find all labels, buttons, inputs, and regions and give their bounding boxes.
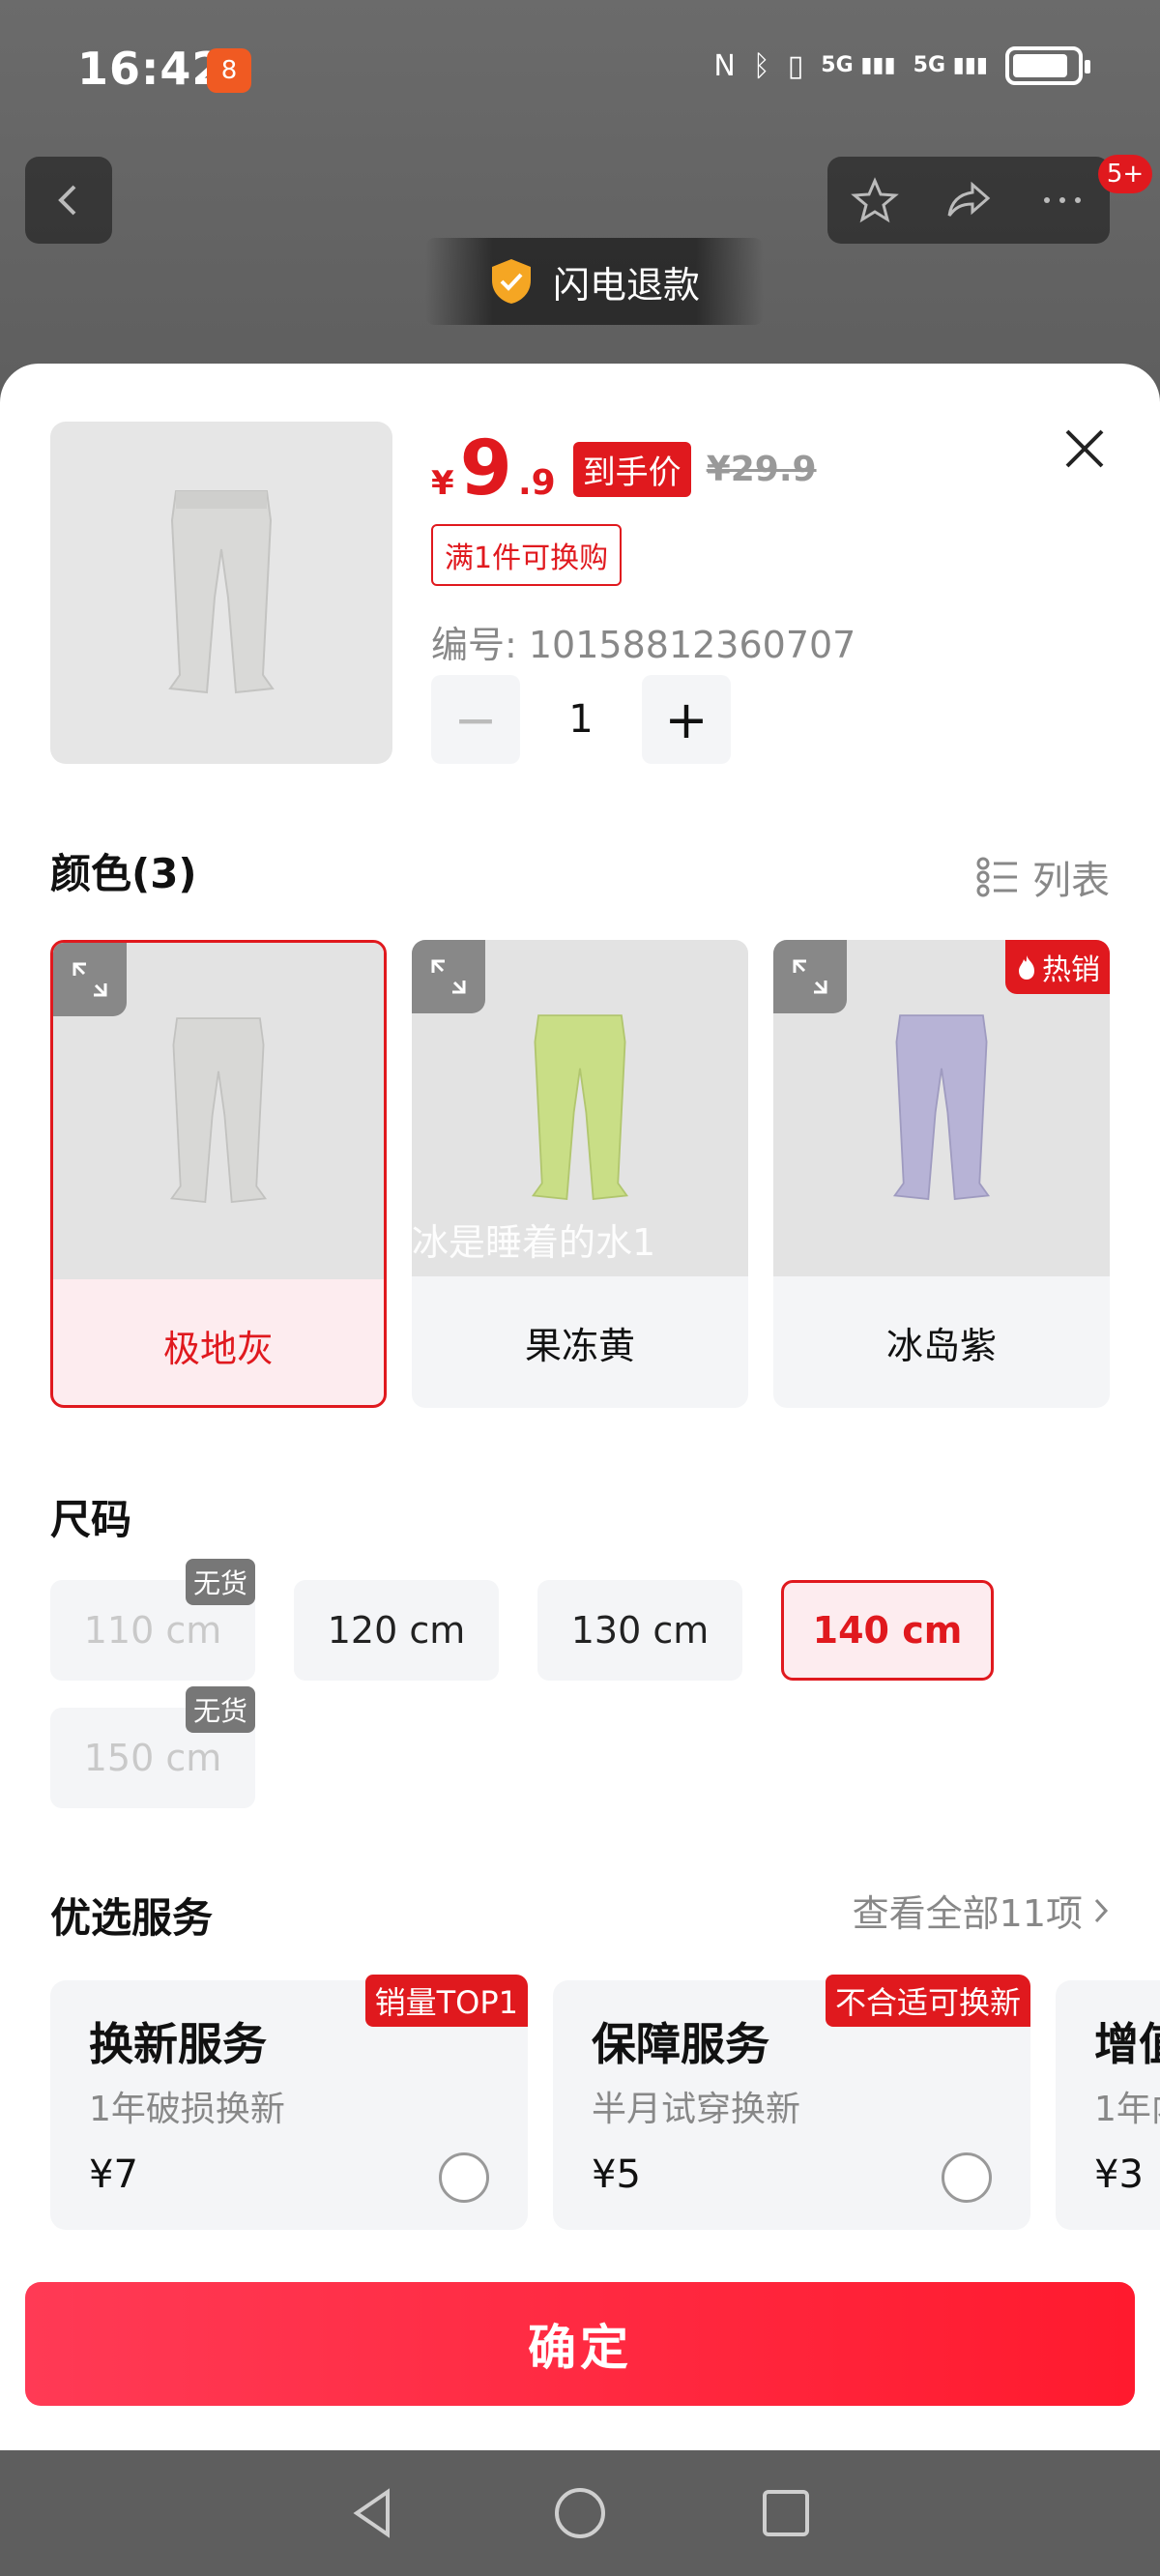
app-notification-icon: 8 <box>207 48 251 93</box>
shield-icon <box>491 259 531 304</box>
color-label: 果冻黄 <box>524 1324 635 1367</box>
view-all-services-link[interactable]: 查看全部11项 <box>853 1884 1110 1937</box>
color-label: 极地灰 <box>162 1327 274 1370</box>
services-section-title: 优选服务 <box>50 1894 214 1942</box>
close-icon[interactable] <box>1054 418 1116 480</box>
color-label: 冰岛紫 <box>885 1324 997 1367</box>
status-time: 16:42 <box>77 43 224 95</box>
service-price: ¥3 <box>1094 2152 1144 2197</box>
pants-image <box>168 490 275 694</box>
nfc-icon: N <box>713 48 736 83</box>
expand-icon[interactable] <box>773 940 847 1013</box>
price-integer: 9 <box>459 425 512 512</box>
app-badge-text: 8 <box>220 56 238 85</box>
top-actions <box>827 157 1110 244</box>
nav-recents-icon[interactable] <box>755 2482 817 2544</box>
pants-image <box>892 1014 991 1201</box>
price-decimal: .9 <box>517 463 556 503</box>
service-title: 换新服务 <box>89 2018 267 2070</box>
service-card-guarantee[interactable]: 不合适可换新 保障服务 半月试穿换新 ¥5 <box>553 1975 1030 2230</box>
signal-1-label: 5G <box>821 53 854 77</box>
service-subtitle: 半月试穿换新 <box>592 2090 801 2129</box>
increase-button[interactable]: + <box>642 675 731 764</box>
color-option-gray[interactable]: 极地灰 <box>50 940 387 1408</box>
chevron-left-icon <box>58 185 76 216</box>
signal-2-label: 5G <box>913 53 946 77</box>
status-icons: N ᛒ ▯ 5G ▮▮▮ 5G ▮▮▮ <box>713 46 1090 85</box>
sku-selector-sheet: ¥ 9 .9 到手价 ¥29.9 满1件可换购 编号: 101588123607… <box>0 364 1160 2450</box>
quantity-stepper: − 1 + <box>431 675 731 764</box>
image-overlay-text: 冰是睡着的水1 <box>412 1221 656 1264</box>
star-icon[interactable] <box>848 173 902 227</box>
list-icon <box>976 857 1017 897</box>
size-option-110[interactable]: 110 cm 无货 <box>50 1559 255 1681</box>
color-option-purple[interactable]: 热销 冰岛紫 <box>773 940 1110 1408</box>
pants-image <box>531 1014 629 1201</box>
system-nav-bar <box>0 2450 1160 2576</box>
out-of-stock-tag: 无货 <box>185 1559 255 1605</box>
view-all-label: 查看全部11项 <box>852 1892 1083 1935</box>
out-of-stock-tag: 无货 <box>185 1686 255 1733</box>
product-code: 编号: 10158812360707 <box>431 624 856 666</box>
size-option-140[interactable]: 140 cm <box>781 1580 994 1681</box>
share-icon[interactable] <box>942 173 996 227</box>
currency-symbol: ¥ <box>431 464 454 503</box>
bluetooth-icon: ᛒ <box>752 48 770 83</box>
product-thumbnail[interactable] <box>50 422 392 764</box>
quantity-value[interactable]: 1 <box>520 697 642 742</box>
refund-tag: 闪电退款 <box>425 238 764 325</box>
service-badge: 销量TOP1 <box>364 1975 528 2027</box>
vibrate-icon: ▯ <box>787 48 804 83</box>
decrease-button[interactable]: − <box>431 675 520 764</box>
nav-home-icon[interactable] <box>549 2482 611 2544</box>
service-title: 保障服务 <box>592 2018 769 2070</box>
promo-tag: 满1件可换购 <box>431 524 623 586</box>
notification-badge: 5+ <box>1098 155 1152 193</box>
size-option-120[interactable]: 120 cm <box>294 1580 499 1681</box>
back-button[interactable] <box>25 157 112 244</box>
service-radio[interactable] <box>439 2152 489 2203</box>
list-label: 列表 <box>1032 859 1110 903</box>
service-price: ¥5 <box>592 2152 641 2197</box>
size-label: 120 cm <box>327 1609 466 1652</box>
size-label: 140 cm <box>812 1609 963 1652</box>
size-label: 110 cm <box>83 1609 222 1652</box>
nav-back-icon[interactable] <box>343 2482 405 2544</box>
service-card-renew[interactable]: 销量TOP1 换新服务 1年破损换新 ¥7 <box>50 1975 528 2230</box>
service-price: ¥7 <box>89 2152 138 2197</box>
size-section-title: 尺码 <box>50 1496 132 1543</box>
status-bar: 16:42 8 N ᛒ ▯ 5G ▮▮▮ 5G ▮▮▮ <box>0 0 1160 143</box>
fire-icon <box>1019 955 1034 980</box>
refund-label: 闪电退款 <box>552 263 700 307</box>
service-title: 增值服务 <box>1094 2018 1160 2070</box>
confirm-button[interactable]: 确定 <box>25 2282 1135 2406</box>
signal-icon-1: 5G ▮▮▮ <box>821 53 896 77</box>
pants-image <box>169 1017 268 1204</box>
signal-icon-2: 5G ▮▮▮ <box>913 53 988 77</box>
battery-icon <box>1005 46 1090 85</box>
service-subtitle: 1年内 <box>1094 2090 1160 2129</box>
expand-icon[interactable] <box>53 943 127 1016</box>
size-option-150[interactable]: 150 cm 无货 <box>50 1686 255 1808</box>
hot-badge-label: 热销 <box>1042 953 1100 987</box>
chevron-right-icon <box>1094 1898 1109 1922</box>
price-row: ¥ 9 .9 到手价 ¥29.9 <box>431 431 817 507</box>
size-label: 130 cm <box>570 1609 710 1652</box>
size-label: 150 cm <box>83 1737 222 1779</box>
service-card-valueadd[interactable]: 增值服务 1年内 ¥3 <box>1056 1980 1160 2230</box>
original-price: ¥29.9 <box>706 449 817 489</box>
more-icon[interactable] <box>1035 173 1089 227</box>
color-option-yellow[interactable]: 冰是睡着的水1 果冻黄 <box>412 940 748 1408</box>
color-section-title: 颜色(3) <box>50 850 197 897</box>
list-view-toggle[interactable]: 列表 <box>976 849 1110 905</box>
expand-icon[interactable] <box>412 940 485 1013</box>
hot-badge: 热销 <box>1005 940 1110 994</box>
service-radio[interactable] <box>942 2152 992 2203</box>
size-option-130[interactable]: 130 cm <box>537 1580 742 1681</box>
service-badge: 不合适可换新 <box>825 1975 1030 2027</box>
hand-price-tag: 到手价 <box>572 441 691 497</box>
service-subtitle: 1年破损换新 <box>89 2090 285 2129</box>
